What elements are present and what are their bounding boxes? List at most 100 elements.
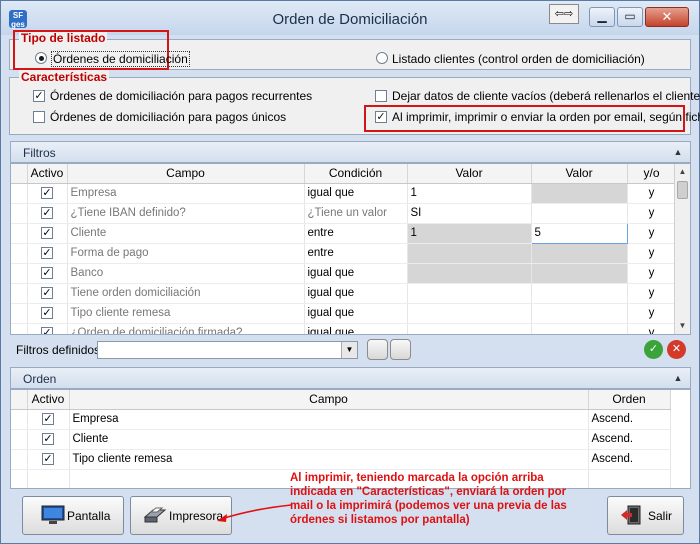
cell-valor1[interactable]: 1 bbox=[407, 183, 532, 204]
row-activo-checkbox[interactable]: ✓ bbox=[42, 433, 54, 445]
chk-datos-vacios[interactable] bbox=[375, 90, 387, 102]
cell-yo[interactable]: y bbox=[627, 183, 677, 204]
filtros-scrollbar[interactable]: ▲ ▼ bbox=[674, 164, 690, 334]
maximize-button[interactable]: ▭ bbox=[617, 7, 643, 27]
row-activo-checkbox[interactable]: ✓ bbox=[41, 247, 53, 259]
filtros-definidos-select[interactable]: ▼ bbox=[97, 341, 358, 359]
main-window: SF ges Orden de Domiciliación ⇦⇨ ▁ ▭ ✕ Ti… bbox=[0, 0, 700, 544]
col-valor2[interactable]: Valor bbox=[531, 164, 628, 184]
cell-valor1[interactable] bbox=[407, 263, 532, 284]
cell-valor2[interactable] bbox=[531, 203, 628, 224]
pantalla-button[interactable]: Pantalla bbox=[22, 496, 124, 535]
scroll-up-icon[interactable]: ▲ bbox=[675, 164, 690, 180]
col-campo[interactable]: Campo bbox=[67, 164, 305, 184]
cell-orden[interactable]: Ascend. bbox=[588, 449, 671, 470]
cell-valor2[interactable]: 5 bbox=[530, 222, 628, 244]
cell-valor1[interactable]: 1 bbox=[407, 223, 532, 244]
minimize-icon: ▁ bbox=[597, 9, 607, 23]
cell-campo: Tiene orden domiciliación bbox=[67, 283, 305, 304]
radio-clientes[interactable] bbox=[376, 52, 388, 64]
cell-yo[interactable]: y bbox=[627, 243, 677, 264]
cell-valor1[interactable] bbox=[407, 243, 532, 264]
cell-orden[interactable]: Ascend. bbox=[588, 409, 671, 430]
collapse-up-icon[interactable]: ▲ bbox=[672, 373, 684, 385]
minimize-button[interactable]: ▁ bbox=[589, 7, 615, 27]
col-condicion[interactable]: Condición bbox=[304, 164, 408, 184]
cell-orden[interactable]: Ascend. bbox=[588, 429, 671, 450]
accept-icon[interactable]: ✓ bbox=[644, 340, 663, 359]
radio-ordenes-label[interactable]: Órdenes de domiciliación bbox=[51, 51, 190, 67]
chk-unicos[interactable] bbox=[33, 111, 45, 123]
col-orden[interactable]: Orden bbox=[588, 390, 671, 410]
cell-valor2[interactable] bbox=[531, 183, 628, 204]
cell-valor2[interactable] bbox=[531, 323, 628, 334]
chevron-down-icon[interactable]: ▼ bbox=[341, 342, 357, 358]
row-activo-checkbox[interactable]: ✓ bbox=[41, 287, 53, 299]
cell-yo[interactable]: y bbox=[627, 263, 677, 284]
cell-valor2[interactable] bbox=[531, 283, 628, 304]
table-row[interactable]: ✓ Empresa Ascend. bbox=[11, 409, 671, 430]
col-campo[interactable]: Campo bbox=[69, 390, 589, 410]
chk-imprimir-email[interactable]: ✓ bbox=[375, 111, 387, 123]
row-activo-checkbox[interactable]: ✓ bbox=[41, 327, 53, 334]
delete-filter-button[interactable] bbox=[390, 339, 411, 360]
col-activo[interactable]: Activo bbox=[27, 390, 70, 410]
cell-condicion[interactable]: entre bbox=[304, 223, 408, 244]
cell-condicion[interactable]: igual que bbox=[304, 303, 408, 324]
table-row[interactable]: ✓ Tipo cliente remesa igual que y bbox=[11, 303, 677, 324]
row-activo-checkbox[interactable]: ✓ bbox=[41, 207, 53, 219]
cell-valor1[interactable] bbox=[407, 303, 532, 324]
cell-condicion[interactable]: entre bbox=[304, 243, 408, 264]
cell-yo[interactable]: y bbox=[627, 203, 677, 224]
table-row[interactable]: ✓ Empresa igual que 1 y bbox=[11, 183, 677, 204]
row-activo-checkbox[interactable]: ✓ bbox=[42, 413, 54, 425]
cell-condicion[interactable]: igual que bbox=[304, 263, 408, 284]
orden-header[interactable]: Orden ▲ bbox=[10, 367, 691, 389]
radio-ordenes[interactable] bbox=[35, 52, 47, 64]
row-activo-checkbox[interactable]: ✓ bbox=[41, 227, 53, 239]
row-activo-checkbox[interactable]: ✓ bbox=[41, 307, 53, 319]
cell-yo[interactable]: y bbox=[627, 223, 677, 244]
scroll-thumb[interactable] bbox=[677, 181, 688, 199]
table-row[interactable]: ✓ Tipo cliente remesa Ascend. bbox=[11, 449, 671, 470]
table-row[interactable]: ✓ Forma de pago entre y bbox=[11, 243, 677, 264]
cancel-icon[interactable]: ✕ bbox=[667, 340, 686, 359]
cell-condicion[interactable]: igual que bbox=[304, 183, 408, 204]
close-button[interactable]: ✕ bbox=[645, 7, 689, 27]
scroll-down-icon[interactable]: ▼ bbox=[675, 318, 690, 334]
cell-valor1[interactable] bbox=[407, 323, 532, 334]
row-activo-checkbox[interactable]: ✓ bbox=[41, 267, 53, 279]
cell-valor2[interactable] bbox=[531, 243, 628, 264]
table-row[interactable]: ✓ ¿Orden de domiciliación firmada? igual… bbox=[11, 323, 677, 334]
table-row[interactable]: ✓ Banco igual que y bbox=[11, 263, 677, 284]
table-row[interactable]: ✓ ¿Tiene IBAN definido? ¿Tiene un valor … bbox=[11, 203, 677, 224]
row-activo-checkbox[interactable]: ✓ bbox=[42, 453, 54, 465]
radio-clientes-label[interactable]: Listado clientes (control orden de domic… bbox=[392, 52, 645, 66]
save-filter-button[interactable] bbox=[367, 339, 388, 360]
cell-valor1[interactable] bbox=[407, 283, 532, 304]
cell-yo[interactable]: y bbox=[627, 323, 677, 334]
exit-door-icon bbox=[621, 505, 641, 525]
nav-arrows-icon[interactable]: ⇦⇨ bbox=[549, 4, 579, 24]
cell-condicion[interactable]: ¿Tiene un valor bbox=[304, 203, 408, 224]
chk-unicos-label: Órdenes de domiciliación para pagos únic… bbox=[50, 110, 287, 124]
table-row[interactable]: ✓ Cliente Ascend. bbox=[11, 429, 671, 450]
cell-condicion[interactable]: igual que bbox=[304, 283, 408, 304]
salir-button[interactable]: Salir bbox=[607, 496, 684, 535]
cell-valor1[interactable]: SI bbox=[407, 203, 532, 224]
row-activo-checkbox[interactable]: ✓ bbox=[41, 187, 53, 199]
collapse-up-icon[interactable]: ▲ bbox=[672, 147, 684, 159]
cell-yo[interactable]: y bbox=[627, 303, 677, 324]
cell-valor2[interactable] bbox=[531, 263, 628, 284]
col-yo[interactable]: y/o bbox=[627, 164, 677, 184]
cell-campo: ¿Tiene IBAN definido? bbox=[67, 203, 305, 224]
cell-yo[interactable]: y bbox=[627, 283, 677, 304]
chk-recurrentes[interactable]: ✓ bbox=[33, 90, 45, 102]
cell-condicion[interactable]: igual que bbox=[304, 323, 408, 334]
cell-valor2[interactable] bbox=[531, 303, 628, 324]
filtros-header[interactable]: Filtros ▲ bbox=[10, 141, 691, 163]
col-valor1[interactable]: Valor bbox=[407, 164, 532, 184]
col-activo[interactable]: Activo bbox=[27, 164, 68, 184]
table-row[interactable]: ✓ Tiene orden domiciliación igual que y bbox=[11, 283, 677, 304]
table-row[interactable]: ✓ Cliente entre 1 5 y bbox=[11, 222, 677, 244]
